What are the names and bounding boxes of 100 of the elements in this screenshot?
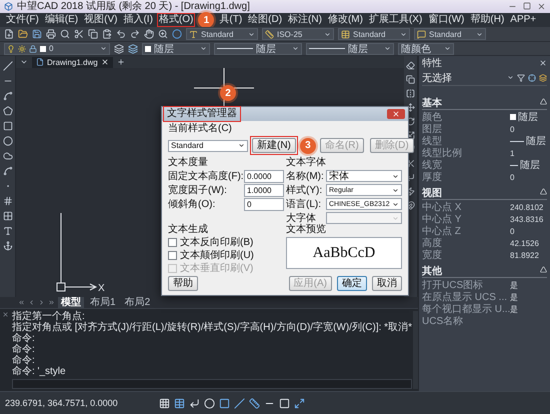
layout-tab[interactable]: 布局2	[122, 297, 154, 308]
text-style-icon[interactable]	[189, 30, 198, 38]
hatch-icon[interactable]	[2, 196, 12, 206]
filter-icon[interactable]	[517, 74, 525, 82]
help-button[interactable]: 帮助	[168, 276, 198, 291]
style-dropdown[interactable]: Standard	[186, 28, 258, 40]
input-field[interactable]: 0	[244, 198, 284, 210]
menu-item[interactable]: 修改(M)	[326, 14, 364, 26]
copy-icon[interactable]	[88, 29, 98, 39]
speech-bubble-icon[interactable]	[417, 30, 426, 38]
collapse-triangle-icon[interactable]	[540, 266, 547, 273]
rectangle-icon[interactable]	[2, 121, 12, 131]
layers-icon[interactable]	[114, 44, 124, 54]
last-tab-icon[interactable]	[48, 299, 55, 306]
tab-list-icon[interactable]	[20, 58, 28, 66]
spline-icon[interactable]	[2, 166, 12, 176]
folder-icon[interactable]	[18, 29, 28, 39]
polygon-icon[interactable]	[2, 106, 12, 116]
layout-tab[interactable]: 模型	[58, 297, 84, 308]
selection-dropdown[interactable]: 无选择	[422, 70, 504, 84]
scissors-icon[interactable]	[406, 159, 415, 168]
rotate-icon[interactable]	[406, 117, 415, 126]
fullscreen-icon[interactable]	[294, 398, 305, 408]
style-dropdown[interactable]: Standard	[338, 28, 410, 40]
first-tab-icon[interactable]	[18, 299, 25, 306]
font-dropdown[interactable]: 宋体	[326, 170, 402, 182]
menu-item[interactable]: 扩展工具(X)	[368, 14, 424, 26]
ruler-icon[interactable]	[265, 30, 274, 38]
corner-icon[interactable]	[406, 173, 415, 182]
dialog-button[interactable]: 取消	[372, 276, 402, 291]
color-dropdown[interactable]: 随层	[142, 42, 210, 54]
anchor-icon[interactable]	[2, 241, 12, 251]
lock-icon[interactable]	[29, 44, 37, 52]
move-icon[interactable]	[406, 103, 415, 112]
plot-style-dropdown[interactable]: 随颜色	[398, 42, 454, 54]
zoom-icon[interactable]	[158, 29, 168, 39]
new-tab-icon[interactable]	[116, 58, 125, 66]
close-icon[interactable]	[537, 2, 546, 11]
copy-icon[interactable]	[406, 75, 415, 84]
sun-icon[interactable]	[18, 44, 26, 52]
lightbulb-icon[interactable]	[7, 44, 15, 52]
document-tab[interactable]: Drawing1.dwg	[32, 56, 113, 68]
linetype-dropdown[interactable]: 随层	[214, 42, 302, 54]
select-objects-icon[interactable]	[528, 74, 536, 82]
lineweight-dropdown[interactable]: 随层	[306, 42, 394, 54]
undo-icon[interactable]	[116, 29, 126, 39]
circle-icon[interactable]	[2, 136, 12, 146]
input-field[interactable]: 0.0000	[244, 170, 284, 182]
search-icon[interactable]	[60, 29, 70, 39]
menu-item[interactable]: 标注(N)	[287, 14, 323, 26]
previous-tab-icon[interactable]	[28, 299, 35, 306]
input-field[interactable]: 1.0000	[244, 184, 284, 196]
menu-item[interactable]: 文件(F)	[5, 14, 40, 26]
hand-icon[interactable]	[144, 29, 154, 39]
command-line: 指定对角点或 [对齐方式(J)/行距(L)/旋转(R)/样式(S)/字高(H)/方向(D)/字宽(W)/列(C)]: *取消*	[12, 322, 412, 333]
command-input[interactable]	[12, 379, 412, 389]
collapse-triangle-icon[interactable]	[540, 188, 547, 195]
menu-item[interactable]: APP+	[509, 14, 538, 26]
table-icon[interactable]	[341, 30, 350, 38]
style-dropdown[interactable]: Standard	[414, 28, 486, 40]
eraser-icon[interactable]	[406, 61, 415, 70]
menu-item[interactable]: 绘图(D)	[247, 14, 284, 26]
menu-item[interactable]: 插入(I)	[122, 14, 154, 26]
scale-icon[interactable]	[406, 131, 415, 140]
next-tab-icon[interactable]	[38, 299, 45, 306]
collapse-triangle-icon[interactable]	[540, 98, 547, 105]
magnet-icon[interactable]	[406, 201, 415, 210]
checkbox[interactable]	[168, 251, 177, 260]
menu-item[interactable]: 格式(O)	[158, 14, 194, 26]
table-icon[interactable]	[2, 211, 12, 221]
redo-icon[interactable]	[130, 29, 140, 39]
dialog-button[interactable]: 确定	[337, 276, 367, 291]
layer-dropdown[interactable]: 0	[4, 42, 110, 54]
save-icon[interactable]	[32, 29, 42, 39]
menu-item[interactable]: 编辑(E)	[44, 14, 80, 26]
grid-icon[interactable]	[159, 398, 170, 408]
menu-item[interactable]: 帮助(H)	[469, 14, 506, 26]
cloud-icon[interactable]	[2, 151, 12, 161]
layout-tab[interactable]: 布局1	[87, 297, 119, 308]
scrollbar[interactable]	[413, 311, 418, 389]
layers-icon[interactable]	[539, 74, 547, 82]
new-file-icon[interactable]	[4, 29, 14, 39]
menu-item[interactable]: 窗口(W)	[427, 14, 466, 26]
close-button[interactable]	[387, 109, 405, 119]
menu-item[interactable]: 视图(V)	[83, 14, 118, 26]
style-dropdown[interactable]: ISO-25	[262, 28, 334, 40]
line-icon[interactable]	[2, 61, 12, 71]
maximize-icon[interactable]	[523, 2, 531, 10]
text-icon[interactable]	[2, 226, 12, 236]
layers-icon[interactable]	[128, 44, 138, 54]
style-dropdown[interactable]: Standard	[168, 140, 248, 152]
dialog-button[interactable]: 新建(N)	[252, 138, 296, 153]
checkbox[interactable]	[168, 238, 177, 247]
menu-item[interactable]: 具(T)	[218, 14, 244, 26]
paste-icon[interactable]	[102, 29, 112, 39]
mirror-icon[interactable]	[406, 89, 415, 98]
scissors-icon[interactable]	[74, 29, 84, 39]
printer-icon[interactable]	[46, 29, 56, 39]
polyline-icon[interactable]	[2, 91, 12, 101]
file-icon[interactable]	[36, 58, 44, 66]
